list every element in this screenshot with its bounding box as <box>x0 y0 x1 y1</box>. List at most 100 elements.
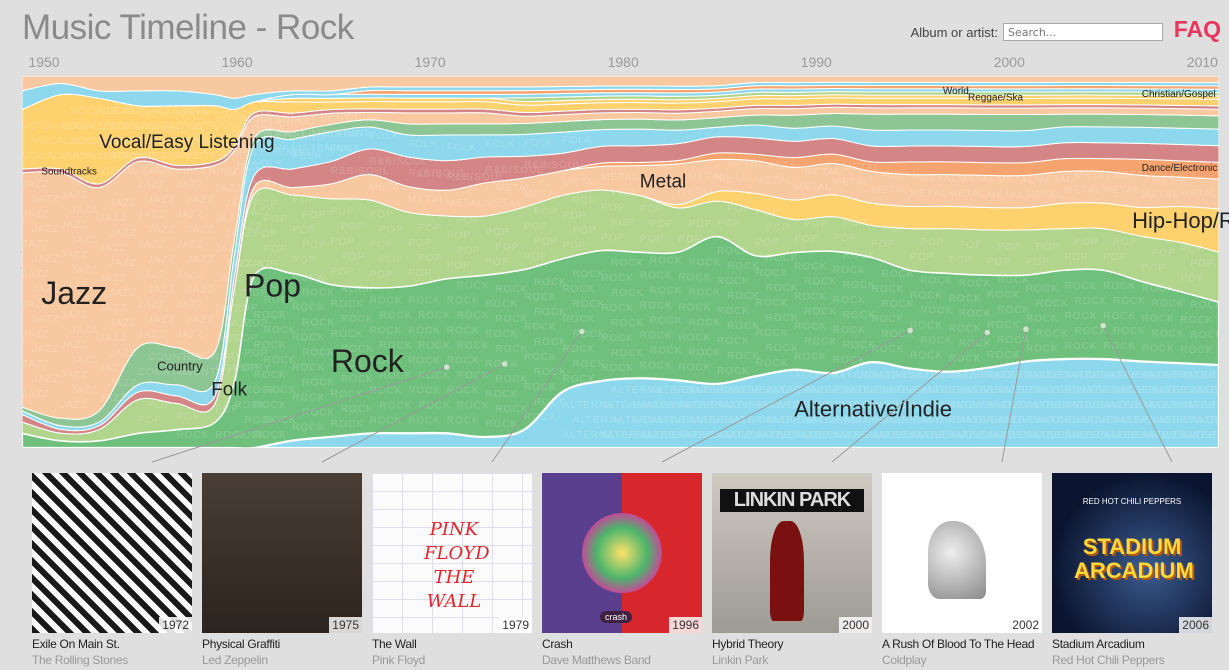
layer-watermark-text: ROCK <box>418 340 451 351</box>
layer-watermark-text: ROCK <box>457 340 490 351</box>
layer-watermark-text: ROCK <box>611 288 644 299</box>
layer-watermark-text: POP <box>485 227 509 238</box>
album-cover[interactable]: RED HOT CHILI PEPPERS STADIUM ARCADIUM 200… <box>1052 473 1212 633</box>
album-title[interactable]: Hybrid Theory <box>712 637 872 651</box>
album-cover[interactable]: 2002 <box>882 473 1042 633</box>
layer-watermark-text: ROCK <box>794 292 827 303</box>
album-marker-dot[interactable] <box>984 329 991 336</box>
album-artist[interactable]: The Rolling Stones <box>32 653 192 667</box>
album-marker-dot[interactable] <box>501 360 508 368</box>
layer-watermark-text: METAL <box>370 182 408 193</box>
layer-watermark-text: JAZZ <box>109 258 137 269</box>
album-title[interactable]: The Wall <box>372 637 532 651</box>
layer-watermark-text: ROCK <box>688 347 721 358</box>
layer-watermark-text: ROCK <box>302 288 335 299</box>
layer-watermark-text: POP <box>302 240 326 251</box>
layer-watermark-text: POP <box>292 195 316 206</box>
genre-label[interactable]: Folk <box>211 379 247 400</box>
genre-label[interactable]: Hip-Hop/Rap <box>1132 208 1229 233</box>
album-cover[interactable]: PINK FLOYD THE WALL 1979 <box>372 473 532 633</box>
layer-watermark-text: JAZZ <box>71 235 99 246</box>
layer-watermark-text: JAZZ <box>215 273 243 284</box>
album-marker-dot[interactable] <box>906 327 914 334</box>
album-artist[interactable]: Led Zeppelin <box>202 653 362 667</box>
layer-watermark-text: POP <box>1075 237 1099 248</box>
genre-label[interactable]: World <box>943 86 969 97</box>
album-artist[interactable]: Coldplay <box>882 653 1042 667</box>
genre-label[interactable]: Rock <box>331 343 405 379</box>
genre-label[interactable]: Vocal/Easy Listening <box>99 132 274 153</box>
album-title[interactable]: Physical Graffiti <box>202 637 362 651</box>
genre-label[interactable]: Christian/Gospel <box>1142 89 1216 100</box>
layer-watermark-text: METAL <box>1103 185 1141 196</box>
album-card[interactable]: RED HOT CHILI PEPPERS STADIUM ARCADIUM 200… <box>1052 473 1212 667</box>
layer-watermark-text: ROCK <box>601 303 634 314</box>
streamgraph-chart: ALTERNATIVE/INDIE ALTERNATIVE/INDIE ALTERN… <box>22 76 1229 463</box>
album-cover[interactable]: crash 1996 <box>542 473 702 633</box>
album-card[interactable]: PINK FLOYD THE WALL 1979 The Wall Pink Floy… <box>372 473 532 667</box>
genre-label[interactable]: Reggae/Ska <box>968 92 1023 103</box>
layer-watermark-text: JAZZ <box>61 250 89 261</box>
album-card[interactable]: crash 1996 Crash Dave Matthews Band <box>542 473 702 667</box>
album-card[interactable]: 1975 Physical Graffiti Led Zeppelin <box>202 473 362 667</box>
album-cover[interactable]: 1975 <box>202 473 362 633</box>
layer-watermark-text: ROCK <box>563 374 596 385</box>
genre-label[interactable]: Metal <box>640 171 686 192</box>
album-artist[interactable]: Red Hot Chili Peppers <box>1052 653 1212 667</box>
layer-watermark-text: JAZZ <box>186 195 214 206</box>
genre-label[interactable]: Alternative/Indie <box>794 397 952 422</box>
layer-watermark-text: ROCK <box>920 306 953 317</box>
album-title[interactable]: Crash <box>542 637 702 651</box>
genre-label[interactable]: Pop <box>244 267 301 303</box>
album-title[interactable]: Stadium Arcadium <box>1052 637 1212 651</box>
album-artist[interactable]: Dave Matthews Band <box>542 653 702 667</box>
layer-watermark-text: POP <box>804 219 828 230</box>
genre-label[interactable]: Jazz <box>41 275 107 311</box>
album-cover[interactable]: LINKIN PARK 2000 <box>712 473 872 633</box>
layer-watermark-text: POP <box>1103 252 1127 263</box>
album-marker-dot[interactable] <box>1022 326 1030 333</box>
layer-watermark-text: POP <box>794 234 818 245</box>
genre-label[interactable]: Country <box>157 359 203 374</box>
album-marker-dot[interactable] <box>1099 322 1107 329</box>
layer-watermark-text: POP <box>148 400 172 411</box>
genre-label[interactable]: Soundtracks <box>41 166 97 177</box>
layer-watermark-text: ROCK <box>601 273 634 284</box>
layer-watermark-text: ROCK <box>370 295 403 306</box>
layer-watermark-text: JAZZ <box>22 239 50 250</box>
layer-watermark-text: ROCK <box>457 370 490 381</box>
album-card[interactable]: LINKIN PARK 2000 Hybrid Theory Linkin Pa… <box>712 473 872 667</box>
layer-watermark-text: METAL <box>485 198 523 209</box>
layer-watermark-text: POP <box>833 233 857 244</box>
layer-watermark-text: POP <box>881 224 905 235</box>
layer-watermark-text: POP <box>341 221 365 232</box>
layer-watermark-text: METAL <box>959 173 997 184</box>
layer-watermark-text: ROCK <box>1152 298 1185 309</box>
layer-watermark-text: JAZZ <box>61 220 89 231</box>
layer-watermark-text: JAZZ <box>71 325 99 336</box>
layer-watermark-text: ROCK <box>949 324 982 335</box>
layer-watermark-text: JAZZ <box>61 400 89 411</box>
album-cover[interactable]: 1972 <box>32 473 192 633</box>
album-card[interactable]: 1972 Exile On Main St. The Rolling Stone… <box>32 473 192 667</box>
album-artist[interactable]: Linkin Park <box>712 653 872 667</box>
album-title[interactable]: A Rush Of Blood To The Head <box>882 637 1042 651</box>
album-marker-dot[interactable] <box>443 363 450 371</box>
layer-watermark-text: JAZZ <box>176 300 204 311</box>
layer-watermark-text: ROCK <box>447 325 480 336</box>
layer-watermark-text: JAZZ <box>215 333 243 344</box>
layer-watermark-text: ROCK <box>717 336 750 347</box>
genre-label[interactable]: Dance/Electronic <box>1142 163 1218 174</box>
layer-watermark-text: ROCK <box>640 270 673 281</box>
layer-watermark-text: ROCK <box>447 415 480 426</box>
album-card[interactable]: 2002 A Rush Of Blood To The Head Coldpla… <box>882 473 1042 667</box>
layer-watermark-text: ROCK <box>794 322 827 333</box>
layer-watermark-text: POP <box>1142 263 1166 274</box>
album-artist[interactable]: Pink Floyd <box>372 653 532 667</box>
album-title[interactable]: Exile On Main St. <box>32 637 192 651</box>
layer-watermark-text: JAZZ <box>99 363 127 374</box>
layer-watermark-text: COUNTRY <box>215 363 271 374</box>
album-marker-dot[interactable] <box>578 328 586 335</box>
album-year: 1979 <box>499 617 532 633</box>
layer-watermark-text: ROCK <box>601 333 634 344</box>
